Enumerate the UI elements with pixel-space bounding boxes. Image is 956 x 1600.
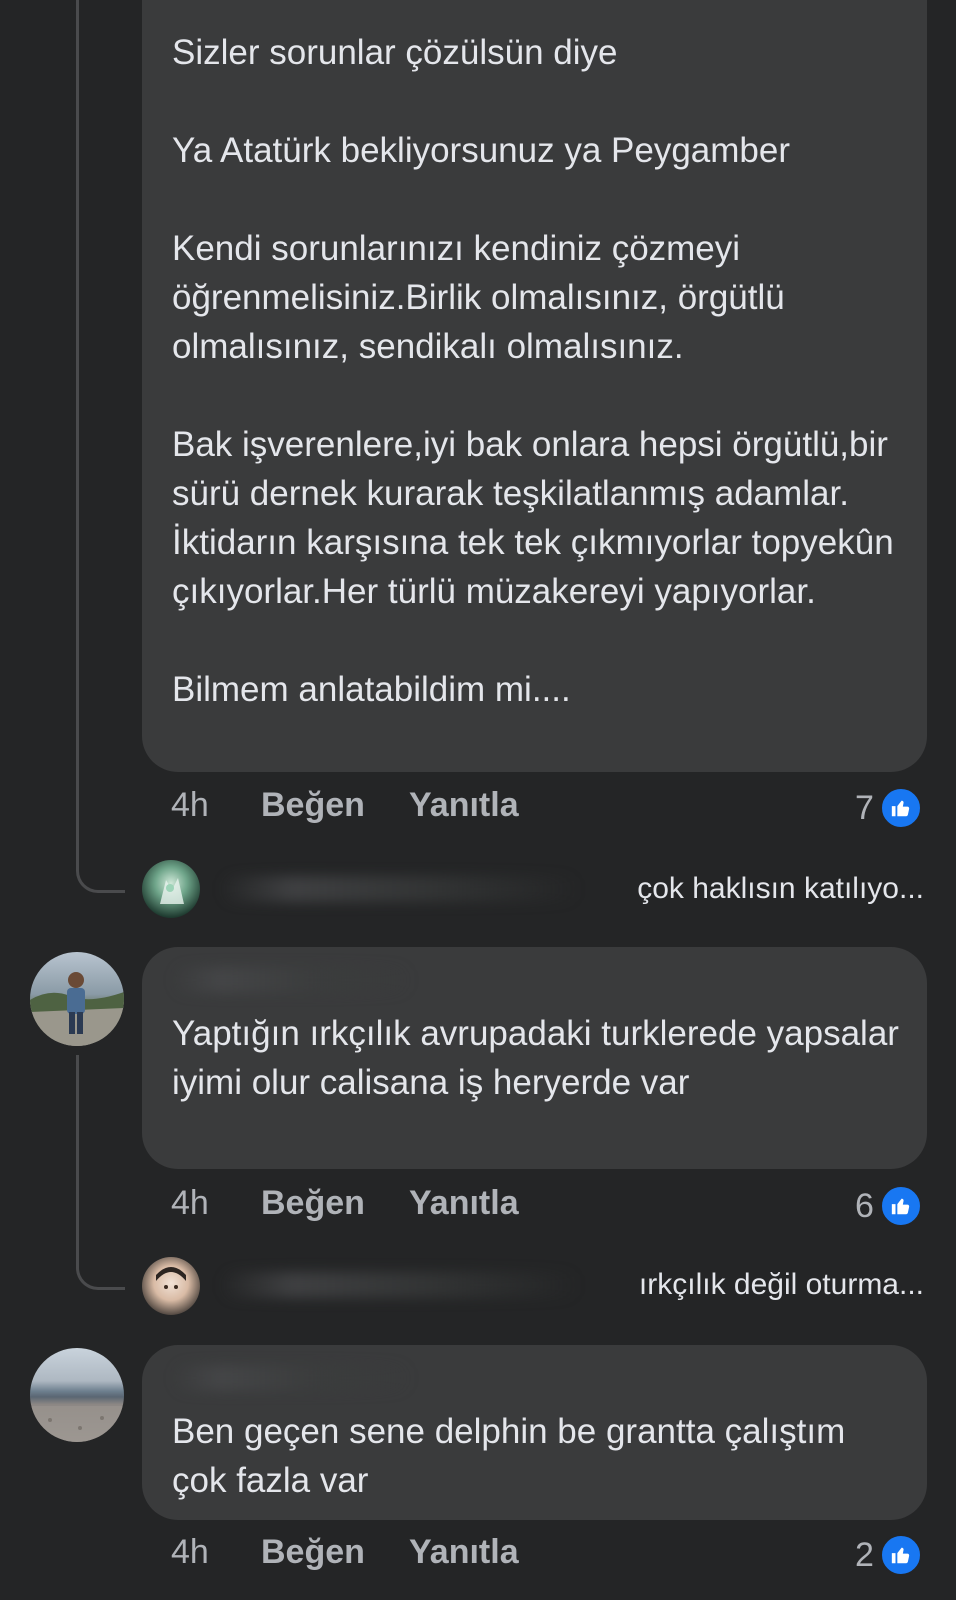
like-button[interactable]: Beğen [261, 786, 365, 825]
like-button[interactable]: Beğen [261, 1184, 365, 1223]
reply-button[interactable]: Yanıtla [409, 1184, 519, 1223]
comment-timestamp: 4h [171, 1184, 209, 1222]
reply-button[interactable]: Yanıtla [409, 1533, 519, 1572]
thread-line-2 [76, 1055, 79, 1267]
comment-actions: 4h Beğen Yanıtla [171, 1533, 519, 1577]
commenter-avatar[interactable] [30, 1348, 124, 1442]
commenter-avatar[interactable] [30, 952, 124, 1046]
thumbs-up-icon [879, 1185, 922, 1227]
comment-timestamp: 4h [171, 1533, 209, 1571]
comment-text: Yaptığın ırkçılık avrupadaki turklerede … [172, 1014, 899, 1102]
reaction-summary[interactable]: 7 [855, 787, 922, 829]
reply-button[interactable]: Yanıtla [409, 786, 519, 825]
reaction-count: 6 [855, 1186, 874, 1225]
thread-elbow-2 [76, 1245, 125, 1290]
comment-text: Sizler sorunlar çözülsün diye Ya Atatürk… [172, 33, 894, 709]
reply-avatar[interactable] [142, 1257, 200, 1315]
comment-bubble: Sizler sorunlar çözülsün diye Ya Atatürk… [142, 0, 927, 772]
reaction-count: 7 [855, 788, 874, 827]
comment-bubble: Ben geçen sene delphin be grantta çalışt… [142, 1345, 927, 1520]
reply-author-name [220, 1272, 580, 1298]
thumbs-up-icon [879, 1534, 922, 1576]
reaction-summary[interactable]: 6 [855, 1185, 922, 1227]
reaction-count: 2 [855, 1535, 874, 1574]
comment-author-name [172, 967, 412, 993]
thread-elbow-1 [76, 850, 125, 893]
reply-preview-text[interactable]: ırkçılık değil oturma... [639, 1268, 924, 1302]
comment-bubble: Yaptığın ırkçılık avrupadaki turklerede … [142, 947, 927, 1169]
comment-text: Ben geçen sene delphin be grantta çalışt… [172, 1412, 846, 1500]
comment-actions: 4h Beğen Yanıtla [171, 786, 519, 830]
thumbs-up-icon [879, 787, 922, 829]
like-button[interactable]: Beğen [261, 1533, 365, 1572]
thread-line-top [76, 0, 79, 850]
comment-author-name [172, 1365, 412, 1391]
reply-preview-text[interactable]: çok haklısın katılıyo... [637, 872, 924, 906]
reply-author-name [220, 876, 580, 902]
reply-avatar[interactable] [142, 860, 200, 918]
comment-timestamp: 4h [171, 786, 209, 824]
comment-actions: 4h Beğen Yanıtla [171, 1184, 519, 1228]
reaction-summary[interactable]: 2 [855, 1534, 922, 1576]
